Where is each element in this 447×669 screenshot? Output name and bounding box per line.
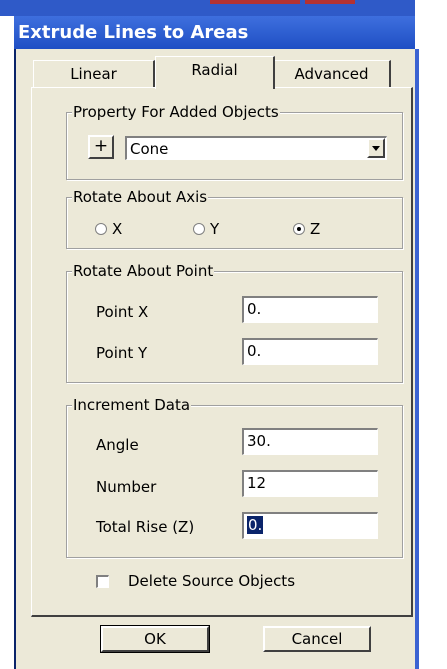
property-group-legend: Property For Added Objects [72,103,280,121]
add-property-label: + [93,136,109,156]
angle-label: Angle [96,436,139,454]
tab-linear[interactable]: Linear [33,60,155,87]
cancel-button[interactable]: Cancel [263,626,371,652]
cancel-button-label: Cancel [291,630,343,648]
number-input[interactable]: 12 [242,470,378,497]
property-select[interactable]: Cone [125,136,387,160]
add-property-button[interactable]: + [88,135,114,159]
axis-group-legend: Rotate About Axis [72,188,209,206]
tab-linear-label: Linear [70,65,117,83]
window-title: Extrude Lines to Areas [18,22,249,43]
point-group-legend: Rotate About Point [72,262,215,280]
delete-source-checkbox[interactable] [96,575,109,588]
background-window-strip [0,0,447,16]
ok-button[interactable]: OK [100,625,210,653]
window-frame-right [415,49,419,669]
angle-input[interactable]: 30. [242,428,378,455]
radio-axis-y[interactable] [193,223,205,235]
angle-value: 30. [247,432,271,450]
radio-axis-x[interactable] [95,223,107,235]
chevron-down-icon[interactable] [367,138,385,158]
radio-axis-z-label: Z [310,220,321,238]
point-x-label: Point X [96,303,149,321]
tab-advanced[interactable]: Advanced [273,60,391,87]
increment-group-legend: Increment Data [72,396,192,414]
ok-button-label: OK [144,630,166,648]
point-y-label: Point Y [96,344,148,362]
total-rise-value: 0. [247,516,264,534]
total-rise-input[interactable]: 0. [242,512,378,539]
delete-source-label: Delete Source Objects [128,572,296,590]
point-y-input[interactable]: 0. [242,338,378,365]
radio-axis-x-label: X [112,220,123,238]
total-rise-label: Total Rise (Z) [96,518,195,536]
tab-radial-label: Radial [191,61,238,79]
point-group: Rotate About Point [66,262,403,383]
window-title-bar[interactable]: Extrude Lines to Areas [14,16,415,49]
point-x-input[interactable]: 0. [242,296,378,323]
point-y-value: 0. [247,342,262,360]
number-label: Number [96,478,157,496]
property-select-value: Cone [130,140,169,158]
tab-advanced-label: Advanced [294,65,369,83]
radio-axis-z[interactable] [293,223,305,235]
point-x-value: 0. [247,300,262,318]
radio-axis-y-label: Y [210,220,220,238]
tab-radial[interactable]: Radial [155,56,275,89]
number-value: 12 [247,474,267,492]
